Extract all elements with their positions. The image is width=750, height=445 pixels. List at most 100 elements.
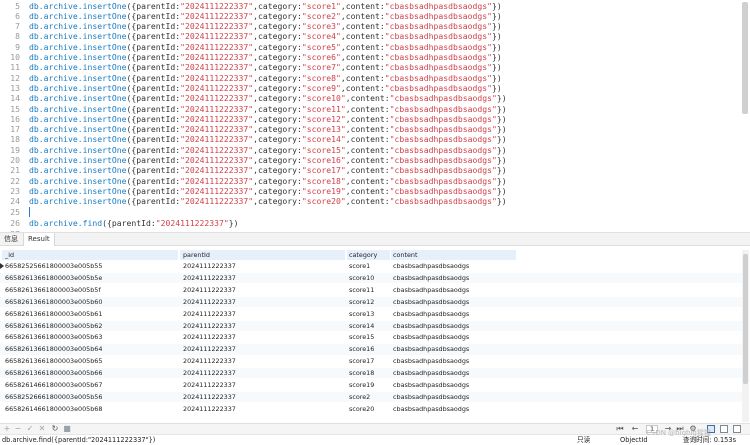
cell-content[interactable]: cbasbsadhpasdbsaodgs (393, 392, 513, 402)
code-method: db.archive.insertOne (29, 10, 127, 21)
cell-category[interactable]: score18 (349, 368, 389, 378)
cell-content[interactable]: cbasbsadhpasdbsaodgs (393, 261, 513, 271)
cell-id[interactable]: 66582613661800003e005b66 (5, 368, 175, 378)
cell-parentid[interactable]: 2024111222337 (183, 332, 343, 342)
cell-category[interactable]: score16 (349, 344, 389, 354)
cell-parentid[interactable]: 2024111222337 (183, 321, 343, 331)
code-method: db.archive.insertOne (29, 113, 127, 124)
column-header-content[interactable]: content (393, 250, 513, 260)
cell-id[interactable]: 66582613661800003e005b5e (5, 273, 175, 283)
cell-parentid[interactable]: 2024111222337 (183, 297, 343, 307)
cell-id[interactable]: 66582613661800003e005b64 (5, 344, 175, 354)
cell-id[interactable]: 66582613661800003e005b5f (5, 285, 175, 295)
cell-category[interactable]: score11 (349, 285, 389, 295)
table-row[interactable]: 66582613661800003e005b5f 2024111222337 sco… (0, 285, 742, 295)
code-punct: }) (496, 144, 507, 155)
tab-result[interactable]: Result (23, 233, 55, 246)
cell-parentid[interactable]: 2024111222337 (183, 380, 343, 390)
cell-parentid[interactable]: 2024111222337 (183, 392, 343, 402)
stop-icon[interactable]: ■ (62, 424, 72, 434)
cell-content[interactable]: cbasbsadhpasdbsaodgs (393, 356, 513, 366)
cell-id[interactable]: 66582614661800003e005b68 (5, 404, 175, 414)
cell-parentid[interactable]: 2024111222337 (183, 356, 343, 366)
table-row[interactable]: 66582526661800003e005b56 2024111222337 sco… (0, 391, 742, 403)
add-record-icon[interactable]: + (2, 424, 12, 434)
cell-id[interactable]: 66582613661800003e005b63 (5, 332, 175, 342)
cell-content[interactable]: cbasbsadhpasdbsaodgs (393, 344, 513, 354)
cell-parentid[interactable]: 2024111222337 (183, 344, 343, 354)
cell-id[interactable]: 66582614661800003e005b67 (5, 380, 175, 390)
cell-category[interactable]: score15 (349, 332, 389, 342)
column-header-category[interactable]: category (349, 250, 389, 260)
cell-parentid[interactable]: 2024111222337 (183, 404, 343, 414)
code-string: "cbasbsadhpasdbsaodgs" (384, 0, 492, 11)
grid-scrollbar-thumb[interactable] (743, 254, 748, 384)
column-header-id[interactable]: _id (5, 250, 175, 260)
cell-category[interactable]: score14 (349, 321, 389, 331)
query-editor[interactable]: 5 db.archive.insertOne({parentId:"2024111… (0, 0, 750, 232)
table-row[interactable]: 66582613661800003e005b61 2024111222337 sco… (0, 309, 742, 319)
cell-category[interactable]: score20 (349, 404, 389, 414)
cell-id[interactable]: 66582613661800003e005b62 (5, 321, 175, 331)
cell-content[interactable]: cbasbsadhpasdbsaodgs (393, 380, 513, 390)
cell-category[interactable]: score10 (349, 273, 389, 283)
grid-toolbar: + − ✓ ✕ ↻ ■ ⏮ ← 1 → ⏭ ⚙ (0, 423, 750, 434)
code-string: "score12" (301, 113, 346, 124)
code-punct: ,content: (345, 134, 390, 145)
table-row[interactable]: 66582613661800003e005b60 2024111222337 sco… (0, 296, 742, 307)
grid-scrollbar[interactable] (742, 250, 749, 422)
cell-id[interactable]: 66582525661800003e005b55 (5, 261, 175, 271)
code-string: "score13" (301, 124, 346, 135)
first-page-icon[interactable]: ⏮ (615, 424, 625, 434)
cell-parentid[interactable]: 2024111222337 (183, 285, 343, 295)
cell-content[interactable]: cbasbsadhpasdbsaodgs (393, 321, 513, 331)
refresh-icon[interactable]: ↻ (50, 424, 60, 434)
code-punct: ({parentId: (126, 21, 181, 32)
text-view-icon[interactable] (733, 425, 741, 433)
code-punct: ({parentId: (126, 165, 181, 176)
current-row-marker-icon (0, 263, 4, 269)
form-view-icon[interactable] (720, 425, 728, 433)
table-row[interactable]: 66582613661800003e005b65 2024111222337 sco… (0, 356, 742, 366)
delete-record-icon[interactable]: − (13, 424, 23, 434)
result-grid[interactable]: _id parentId category content 6658252566… (0, 250, 742, 422)
cell-id[interactable]: 66582526661800003e005b56 (5, 392, 175, 402)
cell-content[interactable]: cbasbsadhpasdbsaodgs (393, 368, 513, 378)
cell-category[interactable]: score13 (349, 309, 389, 319)
cell-parentid[interactable]: 2024111222337 (183, 273, 343, 283)
table-row[interactable]: 66582613661800003e005b64 2024111222337 sco… (0, 344, 742, 355)
cell-category[interactable]: score1 (349, 261, 389, 271)
cell-category[interactable]: score17 (349, 356, 389, 366)
cell-content[interactable]: cbasbsadhpasdbsaodgs (393, 404, 513, 414)
table-row[interactable]: 66582614661800003e005b67 2024111222337 sco… (0, 380, 742, 390)
prev-page-icon[interactable]: ← (630, 424, 640, 434)
cell-content[interactable]: cbasbsadhpasdbsaodgs (393, 285, 513, 295)
cell-content[interactable]: cbasbsadhpasdbsaodgs (393, 332, 513, 342)
table-row[interactable]: 66582613661800003e005b63 2024111222337 sco… (0, 332, 742, 342)
cell-category[interactable]: score19 (349, 380, 389, 390)
tab-info[interactable]: 信息 (0, 233, 22, 246)
table-row[interactable]: 66582613661800003e005b66 2024111222337 sco… (0, 368, 742, 379)
cell-parentid[interactable]: 2024111222337 (183, 261, 343, 271)
code-string: "cbasbsadhpasdbsaodgs" (384, 62, 492, 73)
cell-id[interactable]: 66582613661800003e005b65 (5, 356, 175, 366)
cell-category[interactable]: score12 (349, 297, 389, 307)
code-line: 20 db.archive.insertOne({parentId:"202411… (0, 155, 506, 165)
cell-parentid[interactable]: 2024111222337 (183, 368, 343, 378)
table-row[interactable]: 66582525661800003e005b55 2024111222337 sco… (0, 261, 742, 271)
cell-content[interactable]: cbasbsadhpasdbsaodgs (393, 273, 513, 283)
discard-changes-icon[interactable]: ✕ (37, 424, 47, 434)
apply-changes-icon[interactable]: ✓ (25, 424, 35, 434)
table-row[interactable]: 66582613661800003e005b5e 2024111222337 sco… (0, 272, 742, 284)
cell-parentid[interactable]: 2024111222337 (183, 309, 343, 319)
cell-id[interactable]: 66582613661800003e005b60 (5, 297, 175, 307)
editor-scrollbar[interactable] (742, 2, 748, 114)
cell-content[interactable]: cbasbsadhpasdbsaodgs (393, 309, 513, 319)
table-row[interactable]: 66582613661800003e005b62 2024111222337 sco… (0, 320, 742, 331)
table-row[interactable]: 66582614661800003e005b68 2024111222337 sco… (0, 404, 742, 414)
code-punct: ,category: (253, 175, 302, 186)
cell-category[interactable]: score2 (349, 392, 389, 402)
cell-id[interactable]: 66582613661800003e005b61 (5, 309, 175, 319)
cell-content[interactable]: cbasbsadhpasdbsaodgs (393, 297, 513, 307)
column-header-parentid[interactable]: parentId (183, 250, 343, 260)
